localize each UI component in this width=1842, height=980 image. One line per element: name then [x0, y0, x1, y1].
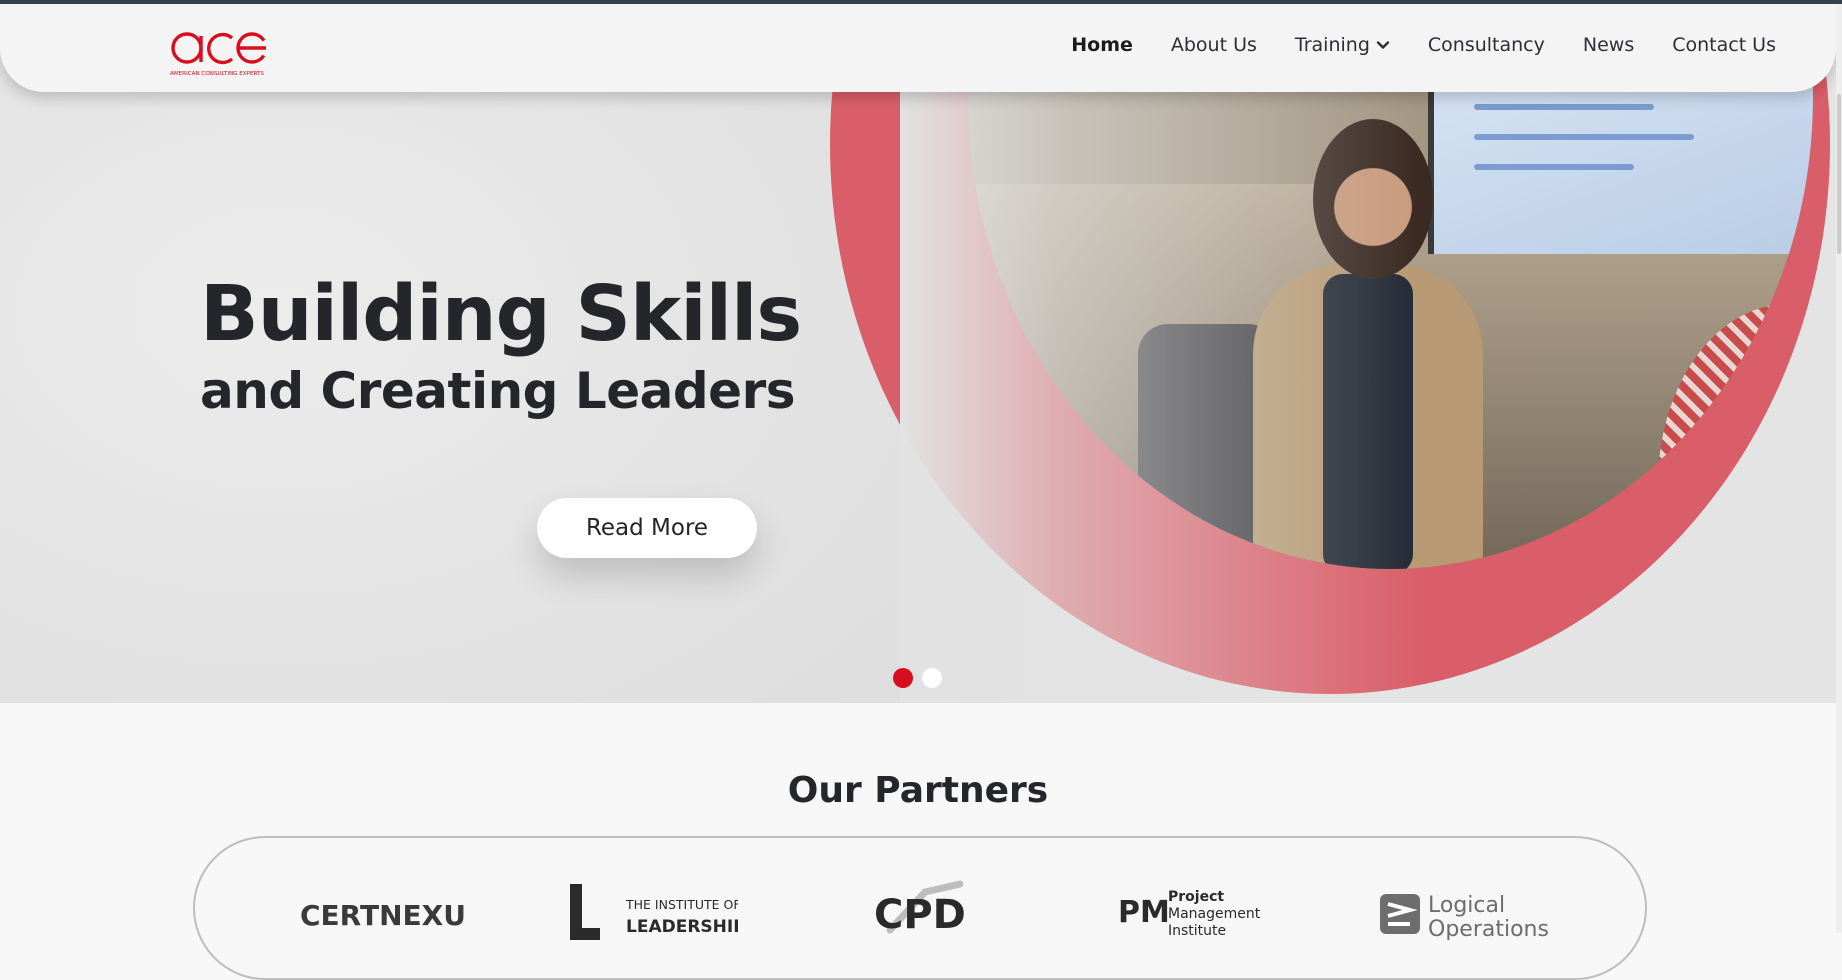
- logical-operations-logo[interactable]: Logical Operations: [1378, 880, 1548, 940]
- carousel-dot-1[interactable]: [893, 668, 913, 688]
- hero-title: Building Skills: [200, 270, 802, 359]
- cpd-logo[interactable]: CPD: [870, 880, 980, 940]
- main-nav: Home About Us Training Consultancy News …: [1033, 34, 1776, 56]
- certnexus-logo[interactable]: CERTNEXUS: [296, 880, 466, 940]
- svg-text:Management: Management: [1168, 906, 1261, 922]
- carousel-pagination: [893, 668, 951, 692]
- svg-text:CERTNEXUS: CERTNEXUS: [300, 899, 466, 932]
- nav-news[interactable]: News: [1583, 34, 1634, 56]
- institute-of-leadership-logo[interactable]: THE INSTITUTE OF LEADERSHIP: [568, 880, 738, 940]
- svg-text:Project: Project: [1168, 889, 1224, 905]
- scrollbar-thumb[interactable]: [1837, 94, 1841, 254]
- svg-text:LEADERSHIP: LEADERSHIP: [626, 917, 738, 937]
- svg-text:THE INSTITUTE OF: THE INSTITUTE OF: [625, 897, 738, 912]
- hero-subtitle: and Creating Leaders: [200, 362, 796, 420]
- ace-logo[interactable]: AMERICAN CONSULTING EXPERTS: [168, 22, 268, 82]
- svg-text:CPD: CPD: [874, 892, 966, 938]
- read-more-button[interactable]: Read More: [537, 498, 757, 558]
- scrollbar[interactable]: [1836, 4, 1842, 933]
- nav-home[interactable]: Home: [1071, 34, 1133, 56]
- svg-text:Operations: Operations: [1428, 917, 1548, 940]
- nav-consultancy[interactable]: Consultancy: [1428, 34, 1545, 56]
- nav-contact-us[interactable]: Contact Us: [1672, 34, 1776, 56]
- svg-text:Logical: Logical: [1428, 893, 1505, 918]
- svg-text:AMERICAN CONSULTING EXPERTS: AMERICAN CONSULTING EXPERTS: [170, 71, 264, 77]
- partners-title: Our Partners: [787, 770, 1049, 811]
- nav-about-us[interactable]: About Us: [1171, 34, 1257, 56]
- pmi-logo[interactable]: PM Project Management Institute: [1116, 880, 1266, 940]
- hero-carousel: Building Skills and Creating Leaders Rea…: [0, 4, 1836, 703]
- site-header: AMERICAN CONSULTING EXPERTS Home About U…: [0, 4, 1836, 92]
- hero-headline: Building Skills and Creating Leaders: [200, 274, 820, 426]
- svg-text:PM: PM: [1118, 895, 1170, 930]
- chevron-down-icon: [1376, 41, 1390, 49]
- svg-text:Institute: Institute: [1168, 923, 1226, 939]
- carousel-dot-2[interactable]: [922, 668, 942, 688]
- nav-training[interactable]: Training: [1295, 34, 1390, 56]
